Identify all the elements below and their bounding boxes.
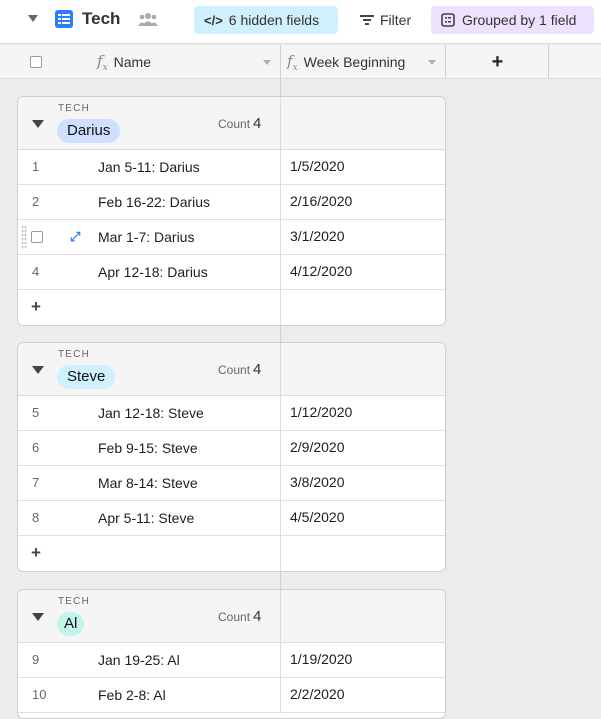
row-number: 10	[32, 687, 47, 702]
group-value-chip: Darius	[57, 119, 121, 143]
group-header[interactable]: TECH Steve Count 4	[18, 343, 445, 396]
row-number: 5	[32, 405, 40, 420]
name-cell[interactable]: Mar 8-14: Steve	[98, 475, 198, 491]
row-number: 8	[32, 510, 40, 525]
group-al: TECH Al Count 4 9 Jan 19-25: Al 1/19/2020…	[17, 589, 446, 719]
column-header-label: Name	[113, 54, 151, 70]
add-record-row[interactable]: +	[18, 290, 445, 325]
column-header-week-beginning[interactable]: fx Week Beginning	[287, 45, 445, 79]
name-cell[interactable]: Jan 5-11: Darius	[98, 159, 200, 175]
name-cell[interactable]: Jan 12-18: Steve	[98, 405, 204, 421]
add-record-row[interactable]: +	[18, 536, 445, 571]
group-value-chip: Al	[57, 612, 85, 636]
group-icon	[441, 13, 455, 27]
view-title[interactable]: Tech	[82, 9, 120, 29]
week-beginning-cell[interactable]: 1/19/2020	[290, 651, 352, 667]
collapse-group-icon[interactable]	[32, 613, 44, 621]
name-cell[interactable]: Feb 2-8: Al	[98, 687, 166, 703]
column-menu-caret-icon[interactable]	[263, 60, 271, 65]
week-beginning-cell[interactable]: 3/8/2020	[290, 474, 345, 490]
grid-header: fx Name fx Week Beginning +	[0, 45, 601, 79]
collapse-group-icon[interactable]	[32, 366, 44, 374]
expand-record-icon[interactable]: ⤢	[70, 229, 80, 245]
name-cell[interactable]: Feb 9-15: Steve	[98, 440, 198, 456]
group-button[interactable]: Grouped by 1 field	[431, 6, 594, 34]
group-darius: TECH Darius Count 4 1 Jan 5-11: Darius 1/…	[17, 96, 446, 326]
group-field-label: TECH	[58, 596, 91, 607]
filter-button[interactable]: Filter	[350, 6, 422, 34]
hidden-fields-icon: </>	[204, 12, 223, 28]
group-count: Count 4	[218, 361, 262, 378]
row-number: 9	[32, 652, 40, 667]
drag-handle-icon[interactable]	[21, 225, 27, 249]
add-field-button[interactable]: +	[446, 45, 549, 79]
table-row[interactable]: 1 Jan 5-11: Darius 1/5/2020	[18, 150, 445, 185]
group-count: Count 4	[218, 608, 262, 625]
grid-view-icon	[55, 10, 73, 28]
row-number: 7	[32, 475, 40, 490]
table-row[interactable]: 10 Feb 2-8: Al 2/2/2020	[18, 678, 445, 713]
name-cell[interactable]: Mar 1-7: Darius	[98, 229, 194, 245]
select-all-checkbox-cell[interactable]	[30, 45, 42, 79]
table-row[interactable]: 7 Mar 8-14: Steve 3/8/2020	[18, 466, 445, 501]
name-cell[interactable]: Jan 19-25: Al	[98, 652, 180, 668]
group-field-label: TECH	[58, 349, 91, 360]
week-beginning-cell[interactable]: 2/16/2020	[290, 193, 352, 209]
hide-fields-button[interactable]: </> 6 hidden fields	[194, 6, 338, 34]
group-header[interactable]: TECH Al Count 4	[18, 590, 445, 643]
week-beginning-cell[interactable]: 4/12/2020	[290, 263, 352, 279]
row-number: 2	[32, 194, 40, 209]
group-value-chip: Steve	[57, 365, 116, 389]
formula-icon: fx	[97, 51, 108, 73]
table-row[interactable]: 2 Feb 16-22: Darius 2/16/2020	[18, 185, 445, 220]
filter-icon	[360, 15, 374, 25]
view-toolbar: Tech </> 6 hidden fields Filter Grouped …	[0, 0, 601, 44]
group-count: Count 4	[218, 115, 262, 132]
table-row[interactable]: 8 Apr 5-11: Steve 4/5/2020	[18, 501, 445, 536]
column-menu-caret-icon[interactable]	[428, 60, 436, 65]
group-field-label: TECH	[58, 103, 91, 114]
week-beginning-cell[interactable]: 1/5/2020	[290, 158, 345, 174]
row-checkbox[interactable]	[31, 231, 43, 243]
select-all-checkbox[interactable]	[30, 56, 42, 68]
week-beginning-cell[interactable]: 4/5/2020	[290, 509, 345, 525]
table-row[interactable]: 6 Feb 9-15: Steve 2/9/2020	[18, 431, 445, 466]
week-beginning-cell[interactable]: 2/2/2020	[290, 686, 345, 702]
table-row[interactable]: 9 Jan 19-25: Al 1/19/2020	[18, 643, 445, 678]
add-record-icon[interactable]: +	[31, 543, 41, 563]
row-number: 4	[32, 264, 40, 279]
name-cell[interactable]: Apr 5-11: Steve	[98, 510, 194, 526]
column-header-label: Week Beginning	[303, 54, 406, 70]
week-beginning-cell[interactable]: 3/1/2020	[290, 228, 345, 244]
add-record-icon[interactable]: +	[31, 297, 41, 317]
row-number: 6	[32, 440, 40, 455]
week-beginning-cell[interactable]: 2/9/2020	[290, 439, 345, 455]
view-menu-caret-icon[interactable]	[28, 15, 38, 22]
column-header-name[interactable]: fx Name	[97, 45, 280, 79]
collaborative-view-icon[interactable]	[138, 12, 158, 26]
table-row[interactable]: 5 Jan 12-18: Steve 1/12/2020	[18, 396, 445, 431]
formula-icon: fx	[287, 51, 298, 73]
group-label: Grouped by 1 field	[462, 12, 577, 28]
collapse-group-icon[interactable]	[32, 120, 44, 128]
hide-fields-label: 6 hidden fields	[228, 12, 320, 28]
name-cell[interactable]: Apr 12-18: Darius	[98, 264, 208, 280]
week-beginning-cell[interactable]: 1/12/2020	[290, 404, 352, 420]
row-number: 1	[32, 159, 40, 174]
name-cell[interactable]: Feb 16-22: Darius	[98, 194, 210, 210]
table-row[interactable]: 4 Apr 12-18: Darius 4/12/2020	[18, 255, 445, 290]
table-row-hovered[interactable]: ⤢ Mar 1-7: Darius 3/1/2020	[18, 220, 445, 255]
group-header[interactable]: TECH Darius Count 4	[18, 97, 445, 150]
group-steve: TECH Steve Count 4 5 Jan 12-18: Steve 1/1…	[17, 342, 446, 572]
filter-label: Filter	[380, 12, 412, 28]
